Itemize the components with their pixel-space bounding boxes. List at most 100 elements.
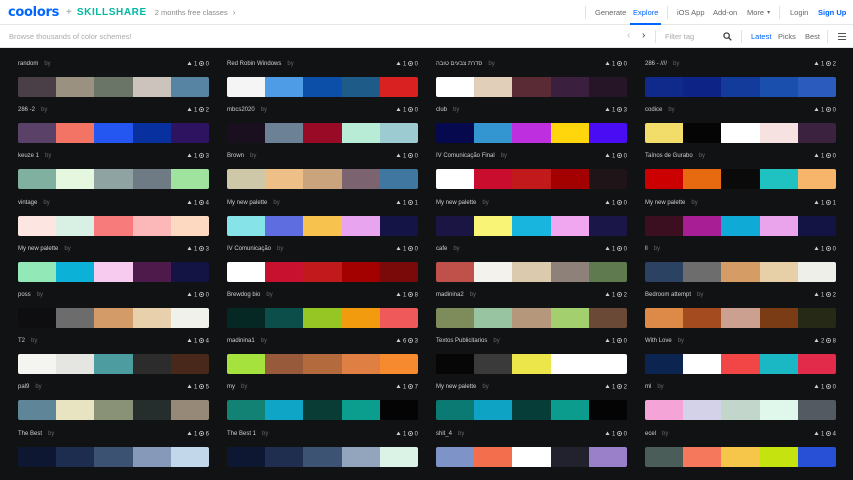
skillshare-logo[interactable]: SKILLSHARE <box>77 7 147 18</box>
color-swatch[interactable] <box>94 123 133 144</box>
palette-author[interactable]: by <box>482 384 488 390</box>
palette-author[interactable]: by <box>453 107 459 113</box>
palette-swatches[interactable] <box>18 77 209 97</box>
color-swatch[interactable] <box>18 77 57 97</box>
color-swatch[interactable] <box>721 215 760 236</box>
color-swatch[interactable] <box>797 123 836 144</box>
color-swatch[interactable] <box>94 400 133 421</box>
color-swatch[interactable] <box>265 446 304 467</box>
palette-swatches[interactable] <box>436 77 627 97</box>
nav-sign-up[interactable]: Sign Up <box>818 0 846 25</box>
color-swatch[interactable] <box>379 308 418 328</box>
palette-author[interactable]: by <box>250 153 256 159</box>
like-icon[interactable] <box>396 200 401 205</box>
color-swatch[interactable] <box>94 446 133 467</box>
palette-card[interactable]: My new palette by 1 2 <box>436 381 627 421</box>
color-swatch[interactable] <box>56 77 95 97</box>
color-swatch[interactable] <box>265 169 304 190</box>
palette-author[interactable]: by <box>261 107 267 113</box>
color-swatch[interactable] <box>550 354 589 375</box>
color-swatch[interactable] <box>341 400 380 421</box>
palette-card[interactable]: ecel by 1 4 <box>645 428 836 468</box>
color-swatch[interactable] <box>512 446 551 467</box>
palette-author[interactable]: by <box>668 107 674 113</box>
palette-swatches[interactable] <box>436 123 627 144</box>
like-icon[interactable] <box>814 338 819 343</box>
color-swatch[interactable] <box>436 77 475 97</box>
like-icon[interactable] <box>396 153 401 158</box>
palette-name[interactable]: vintage by <box>18 200 50 206</box>
palette-author[interactable]: by <box>45 153 51 159</box>
like-icon[interactable] <box>814 107 819 112</box>
palette-swatches[interactable] <box>645 446 836 467</box>
palette-card[interactable]: poss by 1 0 <box>18 289 209 329</box>
like-icon[interactable] <box>396 338 401 343</box>
palette-author[interactable]: by <box>453 246 459 252</box>
color-swatch[interactable] <box>474 446 513 467</box>
color-swatch[interactable] <box>56 215 95 236</box>
palette-author[interactable]: by <box>654 246 660 252</box>
palette-name[interactable]: mbcs2020 by <box>227 107 267 113</box>
color-swatch[interactable] <box>18 354 57 375</box>
next-page-icon[interactable]: › <box>642 30 645 41</box>
palette-card[interactable]: keuze 1 by 1 3 <box>18 150 209 190</box>
like-icon[interactable] <box>605 338 610 343</box>
palette-author[interactable]: by <box>493 338 499 344</box>
color-swatch[interactable] <box>797 261 836 282</box>
palette-author[interactable]: by <box>697 292 703 298</box>
color-swatch[interactable] <box>588 215 627 236</box>
palette-name[interactable]: keuze 1 by <box>18 153 51 159</box>
palette-name[interactable]: Red Robin Windows by <box>227 61 294 67</box>
like-icon[interactable] <box>396 107 401 112</box>
palette-name[interactable]: Brown by <box>227 153 256 159</box>
like-icon[interactable] <box>814 246 819 251</box>
palette-card[interactable]: random by 1 0 <box>18 58 209 98</box>
like-icon[interactable] <box>187 338 192 343</box>
color-swatch[interactable] <box>683 446 722 467</box>
palette-name[interactable]: T2 by <box>18 338 37 344</box>
nav-more[interactable]: More ▾ <box>747 0 770 25</box>
color-swatch[interactable] <box>512 77 551 97</box>
color-swatch[interactable] <box>341 354 380 375</box>
palette-swatches[interactable] <box>227 400 418 421</box>
palette-card[interactable]: ll by 1 0 <box>645 243 836 283</box>
palette-name[interactable]: madinina1 by <box>227 338 267 344</box>
palette-card[interactable]: My new palette by 1 1 <box>227 197 418 237</box>
color-swatch[interactable] <box>227 169 266 190</box>
palette-swatches[interactable] <box>645 354 836 375</box>
color-swatch[interactable] <box>759 400 798 421</box>
filter-tag-input[interactable]: Filter tag <box>665 32 694 41</box>
palette-name[interactable]: My new palette by <box>436 384 489 390</box>
menu-icon[interactable] <box>838 33 846 40</box>
like-icon[interactable] <box>814 61 819 66</box>
color-swatch[interactable] <box>94 308 133 328</box>
like-icon[interactable] <box>187 61 192 66</box>
color-swatch[interactable] <box>645 215 684 236</box>
palette-swatches[interactable] <box>436 215 627 236</box>
palette-author[interactable]: by <box>470 292 476 298</box>
color-swatch[interactable] <box>436 446 475 467</box>
like-icon[interactable] <box>396 61 401 66</box>
palette-name[interactable]: Brewdog bio by <box>227 292 273 298</box>
palette-name[interactable]: shit_4 by <box>436 431 464 437</box>
color-swatch[interactable] <box>797 169 836 190</box>
prev-page-icon[interactable]: ‹ <box>627 30 630 41</box>
color-swatch[interactable] <box>265 261 304 282</box>
palette-name[interactable]: Bedroom attempt by <box>645 292 703 298</box>
palette-name[interactable]: סדרת צבעים טובה by <box>436 61 495 67</box>
color-swatch[interactable] <box>379 215 418 236</box>
palette-swatches[interactable] <box>18 354 209 375</box>
like-icon[interactable] <box>187 107 192 112</box>
color-swatch[interactable] <box>265 215 304 236</box>
palette-card[interactable]: My new palette by 1 1 <box>645 197 836 237</box>
palette-card[interactable]: My new palette by 1 3 <box>18 243 209 283</box>
palette-card[interactable]: madinina1 by 6 3 <box>227 335 418 375</box>
color-swatch[interactable] <box>550 123 589 144</box>
palette-author[interactable]: by <box>657 384 663 390</box>
palette-card[interactable]: Textos Publicitarios by 1 0 <box>436 335 627 375</box>
color-swatch[interactable] <box>645 169 684 190</box>
color-swatch[interactable] <box>588 77 627 97</box>
promo-arrow-icon[interactable]: › <box>233 8 236 17</box>
color-swatch[interactable] <box>436 123 475 144</box>
color-swatch[interactable] <box>341 169 380 190</box>
